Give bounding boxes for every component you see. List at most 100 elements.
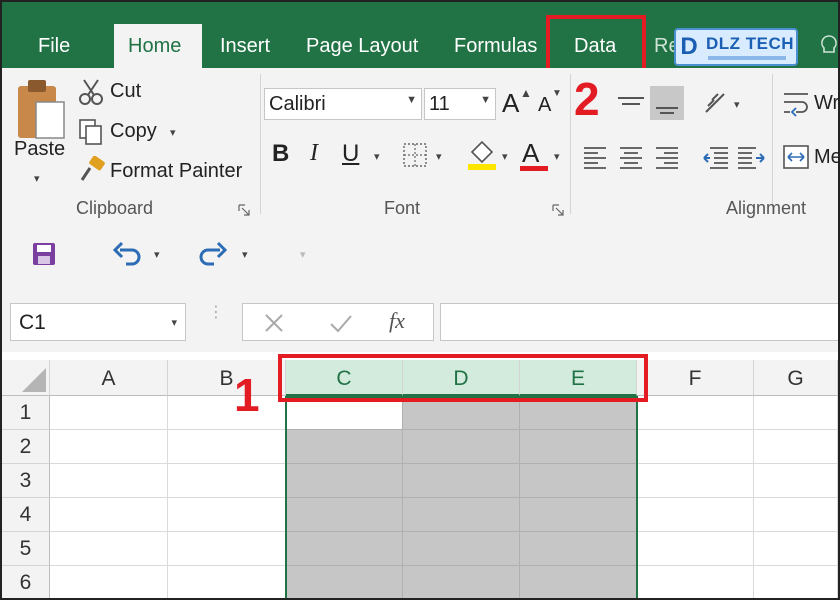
name-box[interactable]: C1 ▾ <box>10 303 186 341</box>
cell[interactable] <box>168 430 286 464</box>
cell[interactable] <box>286 464 403 498</box>
wrap-text-icon[interactable] <box>782 90 810 118</box>
underline-dropdown-icon[interactable]: ▾ <box>374 150 380 163</box>
redo-icon[interactable] <box>198 240 228 268</box>
cell[interactable] <box>168 532 286 566</box>
cancel-icon[interactable] <box>263 312 285 334</box>
font-color-dropdown-icon[interactable]: ▾ <box>554 150 560 163</box>
orientation-dropdown-icon[interactable]: ▾ <box>734 98 740 111</box>
format-painter-label[interactable]: Format Painter <box>110 160 242 183</box>
chevron-down-icon[interactable]: ▾ <box>171 316 177 329</box>
cell[interactable] <box>637 566 754 598</box>
align-center-icon[interactable] <box>618 144 644 170</box>
format-painter-icon[interactable] <box>78 156 106 184</box>
cell[interactable] <box>50 498 168 532</box>
cell[interactable] <box>286 566 403 598</box>
cell[interactable] <box>50 566 168 598</box>
cell[interactable] <box>50 430 168 464</box>
increase-indent-icon[interactable] <box>736 144 766 170</box>
cell[interactable] <box>637 532 754 566</box>
tab-insert[interactable]: Insert <box>206 24 284 68</box>
cell[interactable] <box>50 464 168 498</box>
row-header[interactable]: 2 <box>2 430 50 464</box>
tab-home[interactable]: Home <box>114 24 202 68</box>
cell[interactable] <box>637 464 754 498</box>
decrease-indent-icon[interactable] <box>700 144 730 170</box>
column-header-g[interactable]: G <box>754 360 838 396</box>
fill-color-icon[interactable] <box>466 138 498 172</box>
cell[interactable] <box>50 396 168 430</box>
cell[interactable] <box>520 430 637 464</box>
undo-dropdown-icon[interactable]: ▾ <box>154 248 160 261</box>
tab-file[interactable]: File <box>24 24 84 68</box>
wrap-text-label[interactable]: Wr <box>814 92 838 115</box>
font-launcher-icon[interactable] <box>552 204 564 216</box>
cell[interactable] <box>403 498 520 532</box>
cell[interactable] <box>754 396 838 430</box>
align-left-icon[interactable] <box>582 144 608 170</box>
row-header[interactable]: 4 <box>2 498 50 532</box>
italic-button[interactable]: I <box>310 140 318 167</box>
cell[interactable] <box>754 430 838 464</box>
paste-label[interactable]: Paste <box>14 138 65 161</box>
cell[interactable] <box>403 532 520 566</box>
enter-check-icon[interactable] <box>329 312 353 334</box>
clipboard-launcher-icon[interactable] <box>238 204 250 216</box>
cut-icon[interactable] <box>78 78 104 106</box>
cell[interactable] <box>754 532 838 566</box>
borders-icon[interactable] <box>402 142 428 168</box>
cell[interactable] <box>403 566 520 598</box>
insert-function-button[interactable]: fx <box>389 308 405 334</box>
row-header[interactable]: 3 <box>2 464 50 498</box>
column-header-a[interactable]: A <box>50 360 168 396</box>
cell[interactable] <box>520 532 637 566</box>
increase-font-size-button[interactable]: A <box>502 88 519 119</box>
column-header-b[interactable]: B <box>168 360 286 396</box>
row-header[interactable]: 6 <box>2 566 50 598</box>
align-right-icon[interactable] <box>654 144 680 170</box>
select-all-button[interactable] <box>2 360 50 396</box>
font-family-select[interactable]: Calibri ▼ <box>264 88 422 120</box>
cell[interactable] <box>286 532 403 566</box>
paste-icon[interactable] <box>16 78 66 144</box>
cell[interactable] <box>286 498 403 532</box>
font-size-select[interactable]: 11 ▼ <box>424 88 496 120</box>
underline-button[interactable]: U <box>342 140 359 168</box>
cell[interactable] <box>520 464 637 498</box>
borders-dropdown-icon[interactable]: ▾ <box>436 150 442 163</box>
row-header[interactable]: 1 <box>2 396 50 430</box>
decrease-font-size-button[interactable]: A <box>538 94 551 117</box>
copy-icon[interactable] <box>78 118 104 146</box>
cell[interactable] <box>403 430 520 464</box>
cell[interactable] <box>520 566 637 598</box>
customize-qat-icon[interactable]: ▾ <box>300 248 306 261</box>
cell[interactable] <box>168 498 286 532</box>
cell[interactable] <box>168 396 286 430</box>
cell[interactable] <box>168 464 286 498</box>
tab-formulas[interactable]: Formulas <box>440 24 551 68</box>
row-header[interactable]: 5 <box>2 532 50 566</box>
cell[interactable] <box>520 498 637 532</box>
cell[interactable] <box>168 566 286 598</box>
cell[interactable] <box>754 464 838 498</box>
cut-label[interactable]: Cut <box>110 80 141 103</box>
bold-button[interactable]: B <box>272 140 289 168</box>
cell[interactable] <box>637 396 754 430</box>
resize-handle-icon[interactable]: ⋮ <box>208 305 224 334</box>
formula-input[interactable] <box>440 303 838 341</box>
cell[interactable] <box>754 566 838 598</box>
fill-color-dropdown-icon[interactable]: ▾ <box>502 150 508 163</box>
cell[interactable] <box>50 532 168 566</box>
redo-dropdown-icon[interactable]: ▾ <box>242 248 248 261</box>
cell[interactable] <box>754 498 838 532</box>
tab-page-layout[interactable]: Page Layout <box>292 24 432 68</box>
font-color-button[interactable]: A <box>522 138 539 169</box>
copy-dropdown-icon[interactable]: ▾ <box>170 126 176 139</box>
undo-icon[interactable] <box>112 240 142 268</box>
save-icon[interactable] <box>32 242 56 266</box>
cell[interactable] <box>403 464 520 498</box>
middle-align-icon[interactable] <box>614 88 648 118</box>
merge-center-icon[interactable] <box>782 144 810 170</box>
cell[interactable] <box>286 430 403 464</box>
column-header-f[interactable]: F <box>637 360 754 396</box>
